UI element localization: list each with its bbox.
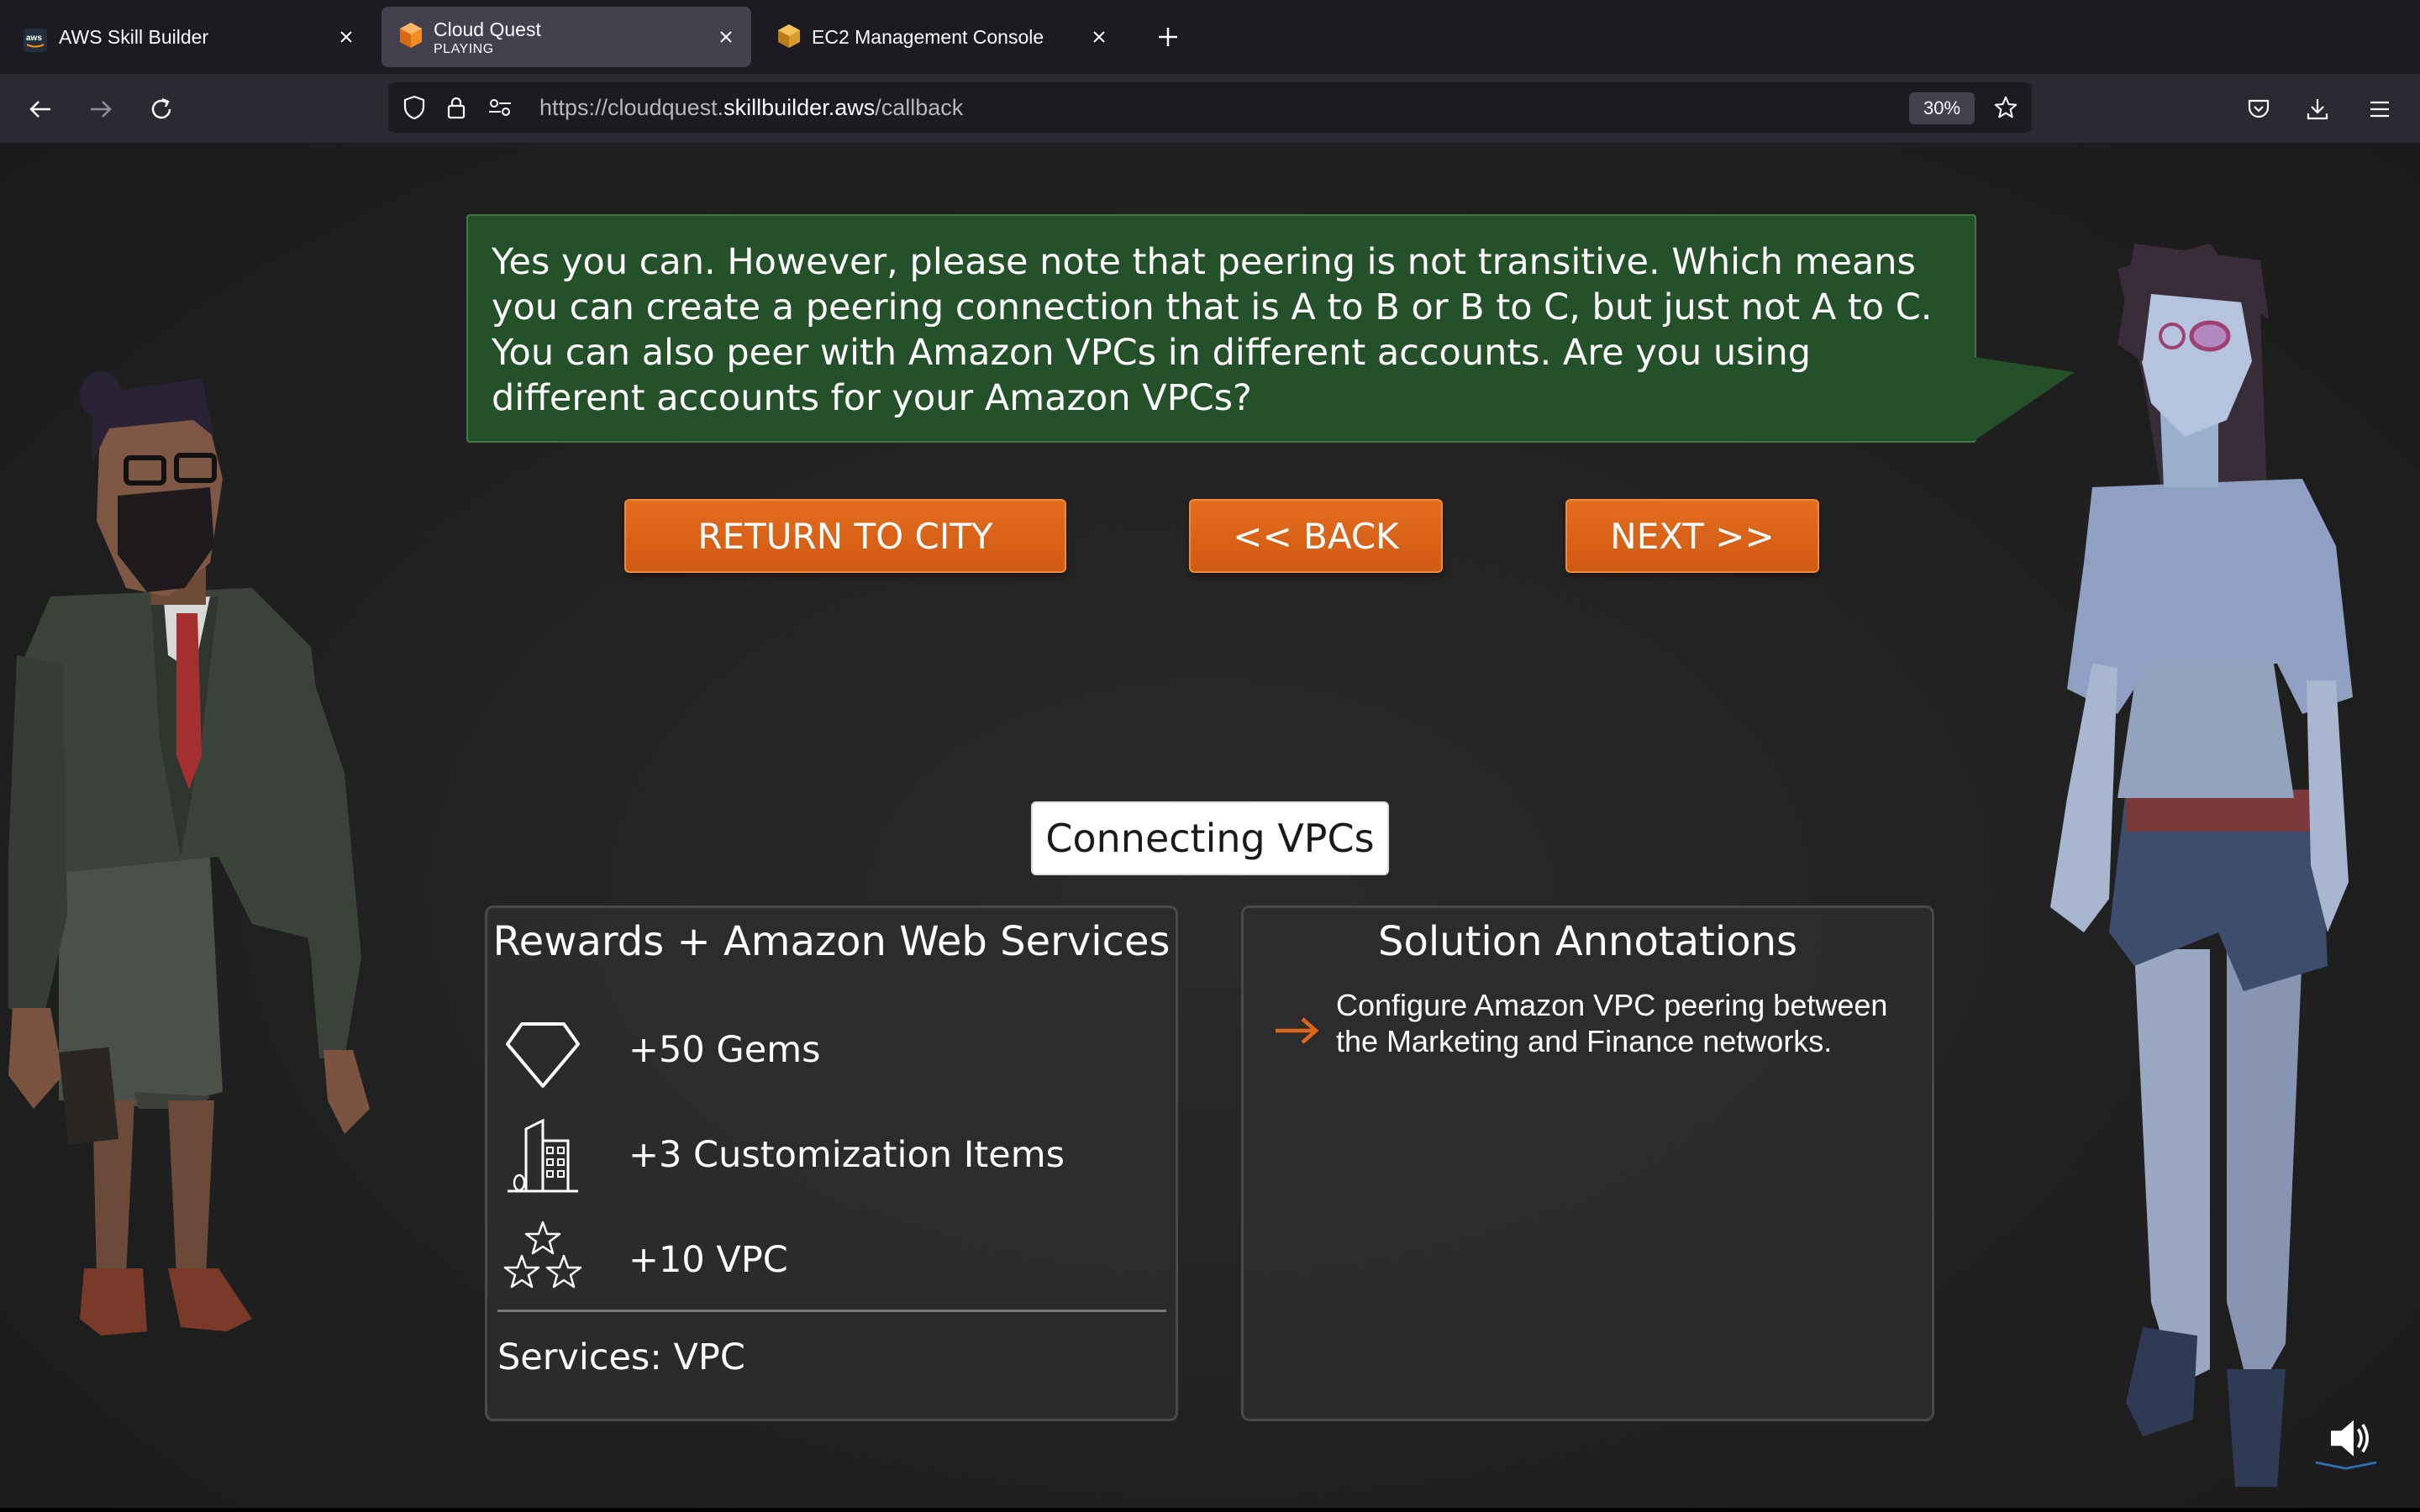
services-label: Services: VPC [497,1336,745,1378]
hamburger-menu-icon[interactable] [2360,89,2400,129]
zoom-level-badge[interactable]: 30% [1909,92,1975,124]
annotation-item: Configure Amazon VPC peering between the… [1336,988,1888,1058]
player-character [2050,244,2353,1487]
ec2-cube-icon [776,24,800,48]
forward-arrow-icon[interactable] [81,89,121,129]
url-bar[interactable]: https://cloudquest.skillbuilder.aws/call… [388,82,2032,133]
reward-item-customization: +3 Customization Items [501,1114,1156,1198]
close-tab-icon[interactable] [1087,25,1111,49]
bookmark-star-icon[interactable] [1993,95,2018,120]
building-icon [501,1114,585,1198]
site-permissions-icon[interactable] [487,95,513,120]
navigation-toolbar: https://cloudquest.skillbuilder.aws/call… [0,74,2420,143]
lock-icon[interactable] [444,95,469,120]
url-text[interactable]: https://cloudquest.skillbuilder.aws/call… [539,95,963,121]
tab-bar: aws AWS Skill Builder Cloud Quest PLAYIN… [0,0,2420,74]
annotations-heading: Solution Annotations [1377,918,1798,965]
tab-cloud-quest[interactable]: Cloud Quest PLAYING [381,7,751,67]
window-bottom-edge [0,1508,2420,1512]
shield-icon[interactable] [402,95,427,120]
next-button[interactable]: NEXT >> [1565,499,1819,573]
solution-annotations-panel: Solution Annotations Configure Amazon VP… [1241,906,1934,1421]
dialog-speech-bubble: Yes you can. However, please note that p… [466,214,1976,443]
arrow-right-icon [1276,1017,1319,1044]
rewards-panel: Rewards + Amazon Web Services +50 Gems +… [485,906,1178,1421]
tab-title: EC2 Management Console [812,25,1044,48]
reward-item-gems: +50 Gems [501,1009,1156,1093]
downloads-icon[interactable] [2297,89,2338,129]
new-tab-icon[interactable] [1148,17,1188,57]
mission-title: Connecting VPCs [1031,801,1389,875]
reward-item-vpc: +10 VPC [501,1219,1156,1303]
close-tab-icon[interactable] [334,25,358,49]
back-button[interactable]: << BACK [1189,499,1443,573]
pocket-icon[interactable] [2238,89,2279,129]
reward-label: +50 Gems [629,1029,821,1071]
gem-icon [501,1009,585,1093]
dialog-text: Yes you can. However, please note that p… [492,241,1933,419]
mentor-character [8,371,370,1336]
rewards-heading: Rewards + Amazon Web Services [492,918,1171,965]
tab-ec2-console[interactable]: EC2 Management Console [760,7,1124,67]
svg-text:aws: aws [26,34,42,43]
reward-label: +3 Customization Items [629,1134,1065,1176]
stars-icon [501,1219,585,1303]
speaker-icon[interactable] [2307,1410,2385,1470]
tab-title: Cloud Quest [434,18,541,40]
speech-bubble-tail [1974,357,2075,441]
back-arrow-icon[interactable] [20,89,60,129]
tab-title: AWS Skill Builder [59,25,209,48]
rewards-divider [497,1310,1166,1312]
close-tab-icon[interactable] [714,25,738,49]
game-viewport: Yes you can. However, please note that p… [0,143,2420,1508]
cloud-quest-cube-icon [398,22,422,48]
tab-playing-label: PLAYING [434,42,494,56]
reward-label: +10 VPC [629,1239,788,1281]
aws-icon: aws [24,29,47,52]
return-to-city-button[interactable]: RETURN TO CITY [624,499,1066,573]
tab-aws-skill-builder[interactable]: aws AWS Skill Builder [7,7,371,67]
reload-icon[interactable] [141,89,182,129]
